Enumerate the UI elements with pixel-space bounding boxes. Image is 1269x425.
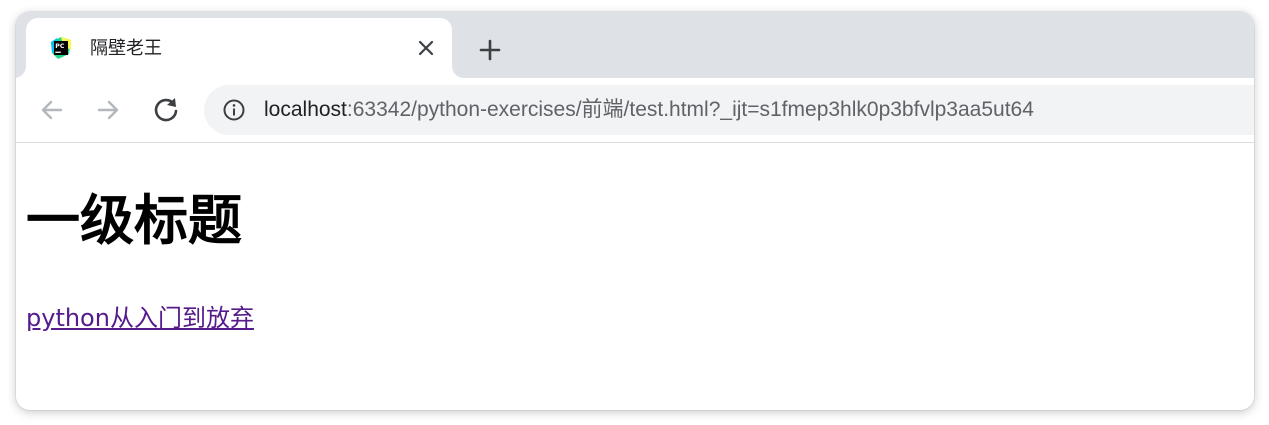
active-tab[interactable]: PC 隔壁老王	[26, 18, 452, 78]
browser-window: PC 隔壁老王 localhost:63342/python-exercises…	[16, 12, 1254, 410]
close-icon[interactable]	[412, 34, 440, 62]
reload-icon[interactable]	[148, 92, 184, 128]
arrow-left-icon[interactable]	[34, 92, 70, 128]
page-heading: 一级标题	[26, 189, 242, 252]
page-link[interactable]: python从入门到放弃	[26, 303, 254, 333]
url-text[interactable]: localhost:63342/python-exercises/前端/test…	[264, 97, 1034, 123]
plus-icon[interactable]	[472, 32, 508, 68]
url-path: :63342/python-exercises/前端/test.html?_ij…	[346, 98, 1034, 121]
tab-strip: PC 隔壁老王	[16, 12, 1254, 78]
svg-text:PC: PC	[55, 43, 65, 50]
pycharm-icon: PC	[49, 36, 73, 60]
info-icon[interactable]	[222, 98, 246, 122]
tab-title: 隔壁老王	[90, 38, 162, 58]
url-host: localhost	[264, 98, 347, 121]
browser-toolbar: localhost:63342/python-exercises/前端/test…	[16, 78, 1254, 143]
address-bar[interactable]: localhost:63342/python-exercises/前端/test…	[204, 85, 1254, 135]
arrow-right-icon[interactable]	[90, 92, 126, 128]
page-content: 一级标题 python从入门到放弃	[16, 143, 1254, 410]
